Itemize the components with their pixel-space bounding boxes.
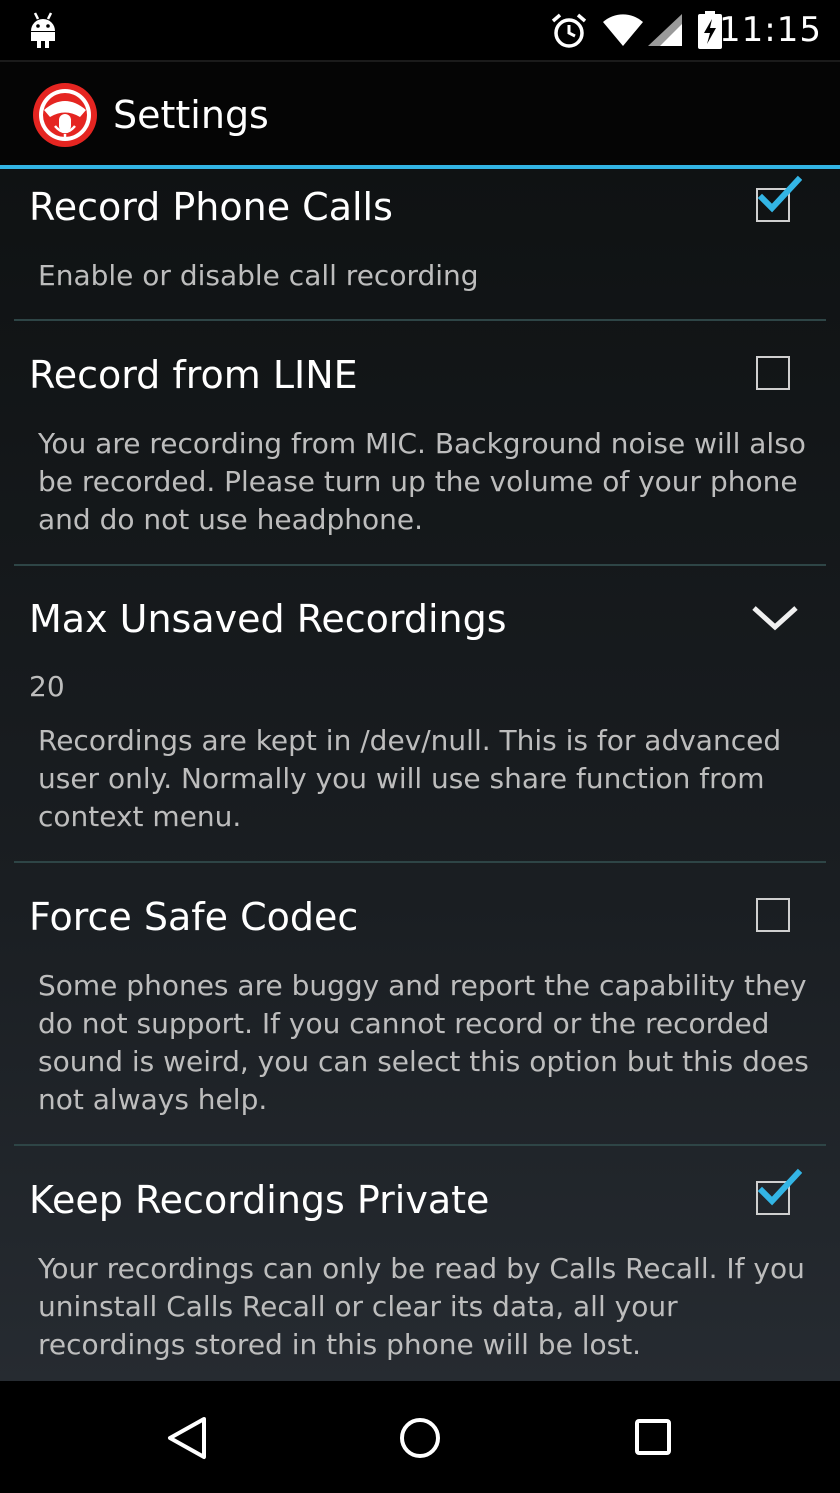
pref-title: Record from LINE <box>29 353 358 397</box>
back-icon[interactable] <box>166 1416 208 1464</box>
checkmark-icon <box>757 175 802 213</box>
pref-summary: Recordings are kept in /dev/null. This i… <box>38 724 782 833</box>
pref-title: Max Unsaved Recordings <box>29 597 507 641</box>
status-bar: 11:15 <box>0 0 840 60</box>
pref-value: 20 <box>29 670 65 703</box>
pref-keep-recordings-private[interactable]: Keep Recordings Private Your recordings … <box>0 1146 840 1381</box>
pref-summary: Your recordings can only be read by Call… <box>38 1252 805 1361</box>
checkmark-icon <box>757 1168 802 1206</box>
page-title: Settings <box>113 93 269 137</box>
action-bar: Settings <box>0 60 840 166</box>
signal-icon <box>648 14 682 50</box>
navigation-bar <box>0 1381 840 1493</box>
wifi-icon <box>602 14 644 50</box>
pref-record-phone-calls[interactable]: Record Phone Calls Enable or disable cal… <box>0 169 840 321</box>
keep-recordings-private-checkbox[interactable] <box>756 1168 802 1215</box>
pref-summary: You are recording from MIC. Background n… <box>38 427 806 536</box>
pref-title: Keep Recordings Private <box>29 1178 490 1222</box>
pref-force-safe-codec[interactable]: Force Safe Codec Some phones are buggy a… <box>0 863 840 1145</box>
recents-icon[interactable] <box>634 1418 672 1460</box>
pref-title: Record Phone Calls <box>29 185 393 229</box>
status-clock: 11:15 <box>719 10 822 50</box>
chevron-down-icon[interactable] <box>750 602 800 636</box>
force-safe-codec-checkbox[interactable] <box>756 898 790 932</box>
home-icon[interactable] <box>398 1416 442 1464</box>
calls-recall-logo-icon[interactable] <box>30 80 100 154</box>
settings-list: Record Phone Calls Enable or disable cal… <box>0 169 840 1381</box>
pref-summary: Enable or disable call recording <box>38 259 479 292</box>
alarm-icon <box>550 12 588 54</box>
android-icon <box>28 11 58 53</box>
pref-record-from-line[interactable]: Record from LINE You are recording from … <box>0 321 840 564</box>
pref-max-unsaved-recordings[interactable]: Max Unsaved Recordings 20 Recordings are… <box>0 566 840 862</box>
pref-summary: Some phones are buggy and report the cap… <box>38 969 809 1116</box>
pref-title: Force Safe Codec <box>29 895 359 939</box>
record-from-line-checkbox[interactable] <box>756 356 790 390</box>
record-phone-calls-checkbox[interactable] <box>756 175 802 222</box>
screen: 11:15 Settings Record Phone Calls Enable… <box>0 0 840 1493</box>
